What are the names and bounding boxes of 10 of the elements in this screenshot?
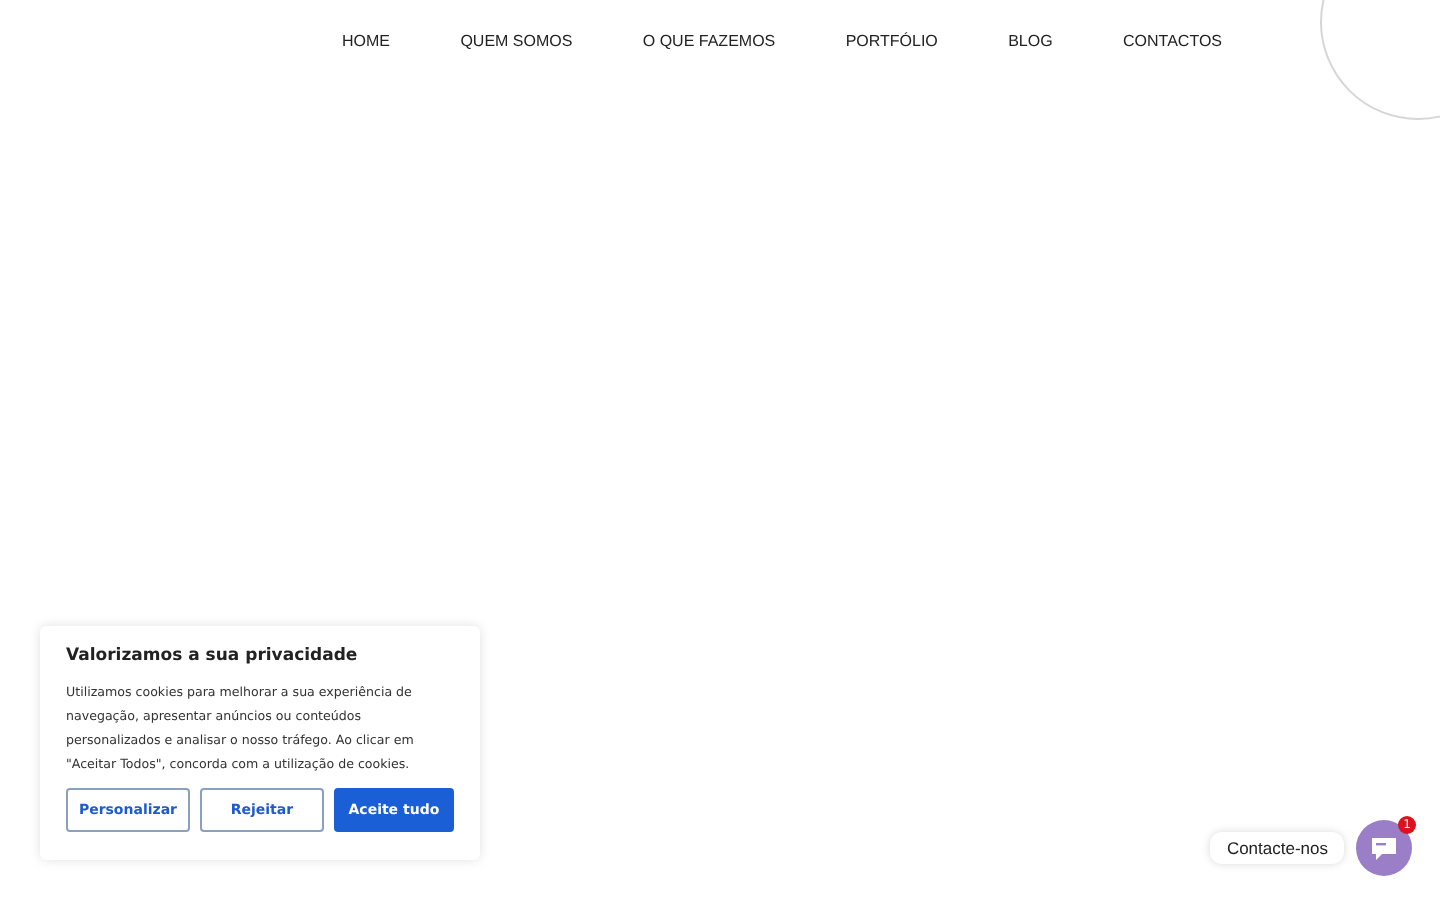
- cookie-title: Valorizamos a sua privacidade: [66, 646, 360, 666]
- nav-link[interactable]: PORTFÓLIO: [845, 30, 938, 54]
- nav-link[interactable]: CONTACTOS: [1123, 30, 1222, 54]
- nav-link[interactable]: QUEM SOMOS: [460, 30, 573, 54]
- nav-link[interactable]: BLOG: [1008, 30, 1053, 54]
- chat-label[interactable]: Contacte-nos: [1210, 832, 1344, 864]
- nav-link[interactable]: O QUE FAZEMOS: [642, 30, 776, 54]
- chat-bubble-icon: [1370, 835, 1398, 861]
- chat-button[interactable]: [1356, 820, 1412, 876]
- nav-link[interactable]: HOME: [342, 30, 390, 54]
